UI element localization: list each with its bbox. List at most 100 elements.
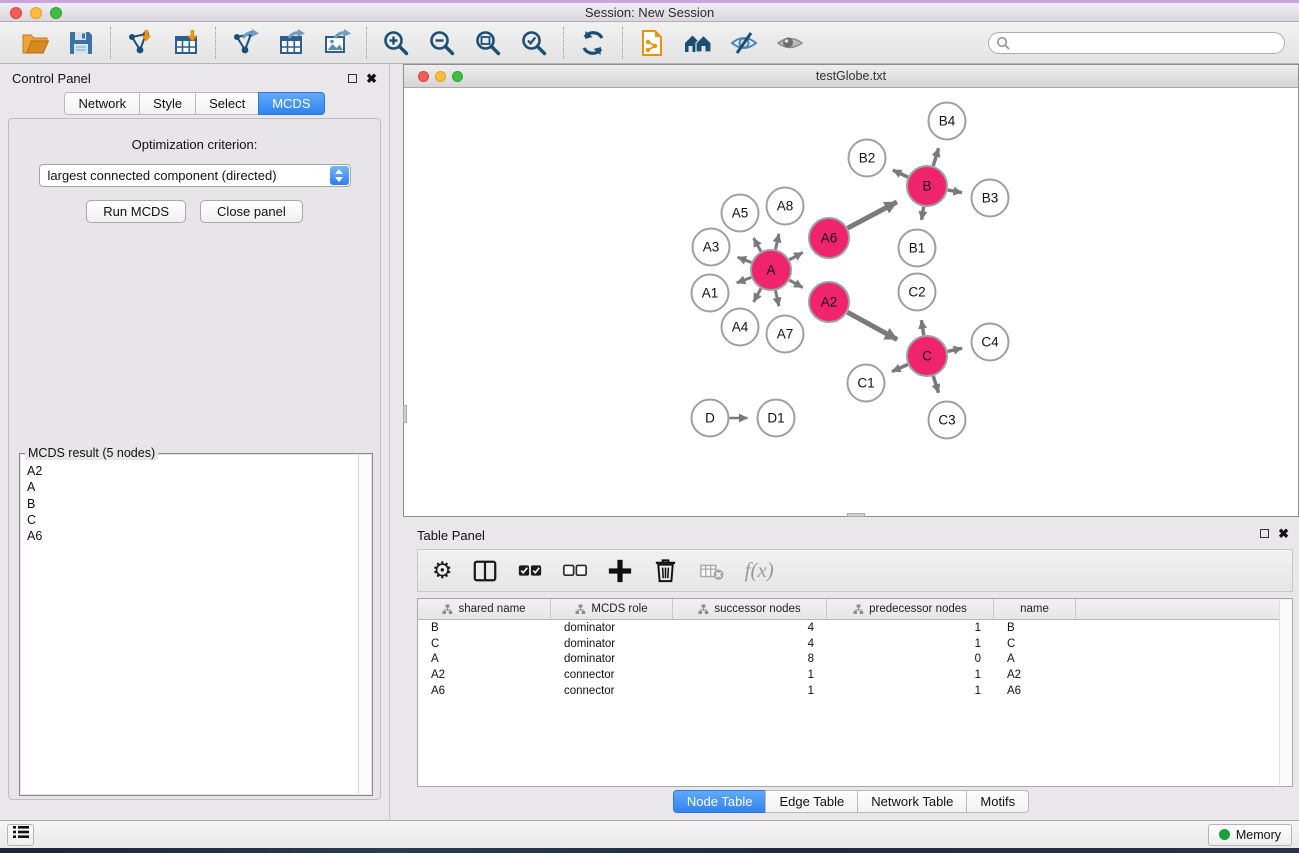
node-C2[interactable]: C2 <box>899 274 936 311</box>
delete-button[interactable] <box>652 556 679 586</box>
edge-A-A2[interactable] <box>789 280 802 287</box>
criterion-dropdown[interactable]: largest connected component (directed) <box>39 164 351 187</box>
run-mcds-button[interactable]: Run MCDS <box>86 200 186 223</box>
result-item[interactable]: C <box>27 512 365 528</box>
network-window-titlebar[interactable]: testGlobe.txt <box>404 65 1298 88</box>
network-document-button[interactable] <box>637 28 667 58</box>
split-columns-button[interactable] <box>472 556 498 586</box>
export-network-button[interactable] <box>230 28 260 58</box>
table-tab-edge-table[interactable]: Edge Table <box>765 790 858 813</box>
edge-C-C3[interactable] <box>933 376 938 393</box>
edge-B-B4[interactable] <box>933 148 938 166</box>
column-header-predecessor-nodes[interactable]: predecessor nodes <box>827 599 994 619</box>
close-table-panel-icon[interactable]: ✖ <box>1278 529 1289 538</box>
node-B[interactable]: B <box>907 166 947 206</box>
export-image-button[interactable] <box>322 28 352 58</box>
node-A1[interactable]: A1 <box>692 275 729 312</box>
table-tab-node-table[interactable]: Node Table <box>673 790 767 813</box>
node-A5[interactable]: A5 <box>722 195 759 232</box>
eye-button[interactable] <box>775 28 805 58</box>
tab-style[interactable]: Style <box>139 92 196 115</box>
column-header-name[interactable]: name <box>994 599 1076 619</box>
eye-slash-button[interactable] <box>729 28 759 58</box>
zoom-selected-button[interactable] <box>519 28 549 58</box>
task-history-button[interactable] <box>7 824 34 846</box>
zoom-in-button[interactable] <box>381 28 411 58</box>
edge-A-A1[interactable] <box>737 277 752 283</box>
network-graph[interactable]: AA1A2A3A4A5A6A7A8BB1B2B3B4CC1C2C3C4DD1 <box>404 89 1296 516</box>
node-A2[interactable]: A2 <box>809 282 849 322</box>
result-item[interactable]: A <box>27 479 365 495</box>
zoom-fit-button[interactable] <box>473 28 503 58</box>
node-D[interactable]: D <box>692 400 729 437</box>
tab-network[interactable]: Network <box>64 92 140 115</box>
select-all-button[interactable] <box>517 556 543 586</box>
close-panel-icon[interactable]: ✖ <box>366 74 377 83</box>
node-B2[interactable]: B2 <box>849 140 886 177</box>
column-header-shared-name[interactable]: shared name <box>418 599 551 619</box>
import-table-button[interactable] <box>171 28 201 58</box>
float-table-panel-icon[interactable] <box>1260 529 1269 538</box>
export-table-button[interactable] <box>276 28 306 58</box>
network-hscroll-thumb[interactable] <box>847 513 865 517</box>
edge-C-C4[interactable] <box>947 348 962 351</box>
close-panel-button[interactable]: Close panel <box>200 200 303 223</box>
edge-A-A3[interactable] <box>738 257 752 262</box>
table-scrollbar[interactable] <box>1279 600 1292 785</box>
table-row[interactable]: Adominator80A <box>418 651 1292 667</box>
import-network-button[interactable] <box>125 28 155 58</box>
result-item[interactable]: A6 <box>27 528 365 544</box>
tab-mcds[interactable]: MCDS <box>258 92 324 115</box>
zoom-out-button[interactable] <box>427 28 457 58</box>
tab-select[interactable]: Select <box>195 92 259 115</box>
node-D1[interactable]: D1 <box>758 400 795 437</box>
result-item[interactable]: B <box>27 496 365 512</box>
edge-B-B1[interactable] <box>922 207 924 220</box>
table-tab-network-table[interactable]: Network Table <box>857 790 967 813</box>
node-B3[interactable]: B3 <box>972 180 1009 217</box>
node-B1[interactable]: B1 <box>899 230 936 267</box>
edge-A-A5[interactable] <box>754 238 761 252</box>
node-A8[interactable]: A8 <box>767 188 804 225</box>
network-canvas[interactable]: AA1A2A3A4A5A6A7A8BB1B2B3B4CC1C2C3C4DD1 <box>404 89 1298 516</box>
edge-B-B2[interactable] <box>893 170 908 177</box>
node-C[interactable]: C <box>907 336 947 376</box>
table-row[interactable]: A6connector11A6 <box>418 683 1292 699</box>
save-button[interactable] <box>66 28 96 58</box>
edge-A-A7[interactable] <box>775 291 778 307</box>
node-B4[interactable]: B4 <box>929 103 966 140</box>
table-tab-motifs[interactable]: Motifs <box>966 790 1029 813</box>
edge-A-A6[interactable] <box>789 252 802 259</box>
node-A7[interactable]: A7 <box>767 316 804 353</box>
houses-button[interactable] <box>683 28 713 58</box>
column-header-successor-nodes[interactable]: successor nodes <box>673 599 827 619</box>
node-A3[interactable]: A3 <box>693 229 730 266</box>
node-C1[interactable]: C1 <box>848 365 885 402</box>
edge-A-A8[interactable] <box>775 234 778 250</box>
edge-C-C2[interactable] <box>921 320 923 335</box>
table-row[interactable]: Bdominator41B <box>418 620 1292 636</box>
edge-B-B3[interactable] <box>948 190 962 193</box>
result-item[interactable]: A2 <box>27 463 365 479</box>
edge-A2-C[interactable] <box>847 312 897 339</box>
column-header-MCDS-role[interactable]: MCDS role <box>551 599 673 619</box>
open-button[interactable] <box>20 28 50 58</box>
node-A6[interactable]: A6 <box>809 218 849 258</box>
refresh-button[interactable] <box>578 28 608 58</box>
gear-button[interactable]: ⚙ <box>432 556 453 586</box>
float-panel-icon[interactable] <box>348 74 357 83</box>
table-row[interactable]: A2connector11A2 <box>418 667 1292 683</box>
search-input[interactable] <box>988 32 1285 54</box>
node-A[interactable]: A <box>751 250 791 290</box>
add-button[interactable] <box>607 556 633 586</box>
node-A4[interactable]: A4 <box>722 309 759 346</box>
node-C4[interactable]: C4 <box>972 324 1009 361</box>
deselect-all-button[interactable] <box>562 556 588 586</box>
network-vscroll-thumb[interactable] <box>403 405 407 423</box>
result-scrollbar[interactable] <box>358 455 371 794</box>
edge-C-C1[interactable] <box>892 364 908 371</box>
memory-button[interactable]: Memory <box>1208 824 1292 846</box>
edge-A6-B[interactable] <box>848 202 897 228</box>
edge-A-A4[interactable] <box>754 288 761 302</box>
table-row[interactable]: Cdominator41C <box>418 636 1292 652</box>
